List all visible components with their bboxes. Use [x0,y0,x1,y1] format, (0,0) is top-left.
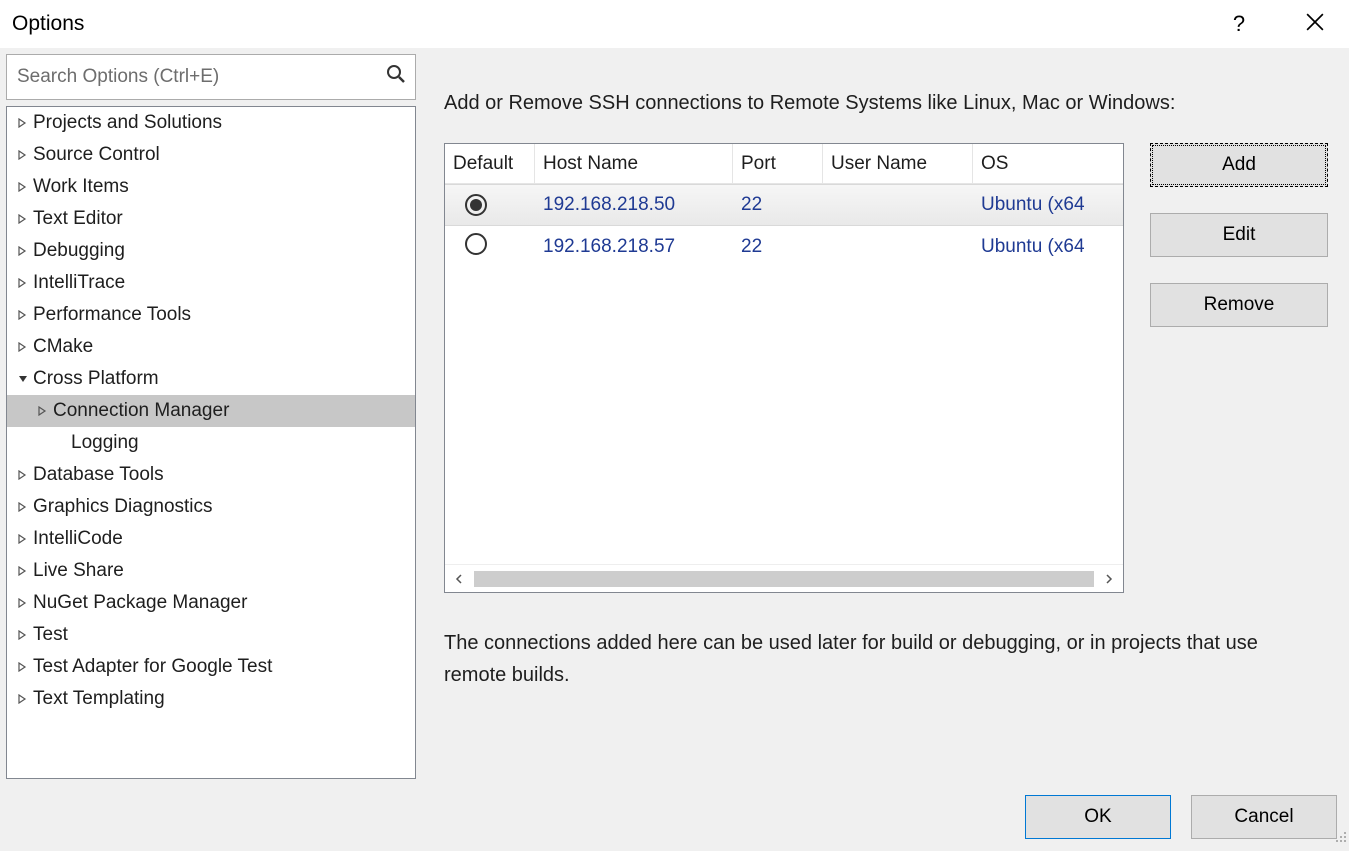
cell-os: Ubuntu (x64 [973,236,1123,258]
cell-port: 22 [733,194,823,216]
tree-item-label: Debugging [33,240,125,262]
chevron-right-icon[interactable] [15,182,29,192]
table-row[interactable]: 192.168.218.5722 Ubuntu (x64 [445,226,1123,268]
chevron-right-icon[interactable] [15,598,29,608]
tree-item-label: Connection Manager [53,400,229,422]
chevron-right-icon[interactable] [15,630,29,640]
chevron-right-icon[interactable] [35,406,49,416]
connections-table: Default Host Name Port User Name OS 192.… [444,143,1124,593]
remove-button[interactable]: Remove [1150,283,1328,327]
tree-item-label: Test [33,624,68,646]
chevron-right-icon[interactable] [15,342,29,352]
dialog-footer: OK Cancel [6,779,1343,845]
tree-item-label: Text Templating [33,688,165,710]
tree-item-label: Live Share [33,560,124,582]
cell-os: Ubuntu (x64 [973,194,1123,216]
resize-grip-icon[interactable] [1333,827,1347,849]
panel-description: Add or Remove SSH connections to Remote … [444,92,1343,115]
tree-item[interactable]: CMake [7,331,415,363]
tree-item[interactable]: Cross Platform [7,363,415,395]
tree-item[interactable]: IntelliTrace [7,267,415,299]
default-radio[interactable] [445,233,535,261]
tree-item[interactable]: Debugging [7,235,415,267]
chevron-down-icon[interactable] [15,374,29,384]
tree-item[interactable]: Text Templating [7,683,415,715]
search-input[interactable] [6,54,416,100]
tree-item-label: Graphics Diagnostics [33,496,213,518]
cell-host: 192.168.218.57 [535,236,733,258]
options-tree: Projects and Solutions Source Control Work… [6,106,416,779]
default-radio[interactable] [445,194,535,217]
right-panel: Add or Remove SSH connections to Remote … [444,54,1343,779]
cell-host: 192.168.218.50 [535,194,733,216]
tree-item[interactable]: Source Control [7,139,415,171]
scroll-right-icon[interactable] [1095,565,1123,593]
chevron-right-icon[interactable] [15,214,29,224]
edit-button[interactable]: Edit [1150,213,1328,257]
tree-item-label: Projects and Solutions [33,112,222,134]
left-panel: Projects and Solutions Source Control Work… [6,54,416,779]
chevron-right-icon[interactable] [15,662,29,672]
scroll-left-icon[interactable] [445,565,473,593]
cell-port: 22 [733,236,823,258]
chevron-right-icon[interactable] [15,246,29,256]
tree-item[interactable]: Test [7,619,415,651]
chevron-right-icon[interactable] [15,502,29,512]
add-button[interactable]: Add [1150,143,1328,187]
tree-item[interactable]: NuGet Package Manager [7,587,415,619]
search-icon[interactable] [386,64,406,90]
chevron-right-icon[interactable] [15,118,29,128]
panel-help-text: The connections added here can be used l… [444,627,1264,691]
tree-item-label: Cross Platform [33,368,159,390]
tree-item[interactable]: Connection Manager [7,395,415,427]
cancel-button[interactable]: Cancel [1191,795,1337,839]
tree-item[interactable]: IntelliCode [7,523,415,555]
col-user[interactable]: User Name [823,144,973,183]
tree-item-label: Performance Tools [33,304,191,326]
tree-item[interactable]: Projects and Solutions [7,107,415,139]
col-os[interactable]: OS [973,144,1123,183]
tree-item-label: IntelliTrace [33,272,125,294]
chevron-right-icon[interactable] [15,310,29,320]
chevron-right-icon[interactable] [15,150,29,160]
chevron-right-icon[interactable] [15,470,29,480]
close-icon[interactable] [1295,11,1335,37]
chevron-right-icon[interactable] [15,694,29,704]
tree-item-label: IntelliCode [33,528,123,550]
tree-item-label: NuGet Package Manager [33,592,247,614]
tree-item-label: Text Editor [33,208,123,230]
chevron-right-icon[interactable] [15,566,29,576]
tree-item-label: Work Items [33,176,129,198]
tree-item-label: Logging [71,432,139,454]
help-icon[interactable]: ? [1219,11,1259,37]
table-row[interactable]: 192.168.218.5022 Ubuntu (x64 [445,184,1123,226]
tree-item-label: CMake [33,336,93,358]
tree-item[interactable]: Live Share [7,555,415,587]
chevron-right-icon[interactable] [15,278,29,288]
tree-item[interactable]: Work Items [7,171,415,203]
col-default[interactable]: Default [445,144,535,183]
tree-item[interactable]: Text Editor [7,203,415,235]
col-host[interactable]: Host Name [535,144,733,183]
horizontal-scrollbar[interactable] [445,564,1123,592]
tree-item[interactable]: Database Tools [7,459,415,491]
tree-item-label: Source Control [33,144,160,166]
tree-item[interactable]: Performance Tools [7,299,415,331]
window-title: Options [12,12,84,36]
ok-button[interactable]: OK [1025,795,1171,839]
tree-item[interactable]: Graphics Diagnostics [7,491,415,523]
tree-item-label: Test Adapter for Google Test [33,656,272,678]
col-port[interactable]: Port [733,144,823,183]
chevron-right-icon[interactable] [15,534,29,544]
titlebar: Options ? [0,0,1349,48]
tree-item[interactable]: Logging [7,427,415,459]
tree-item-label: Database Tools [33,464,164,486]
tree-item[interactable]: Test Adapter for Google Test [7,651,415,683]
